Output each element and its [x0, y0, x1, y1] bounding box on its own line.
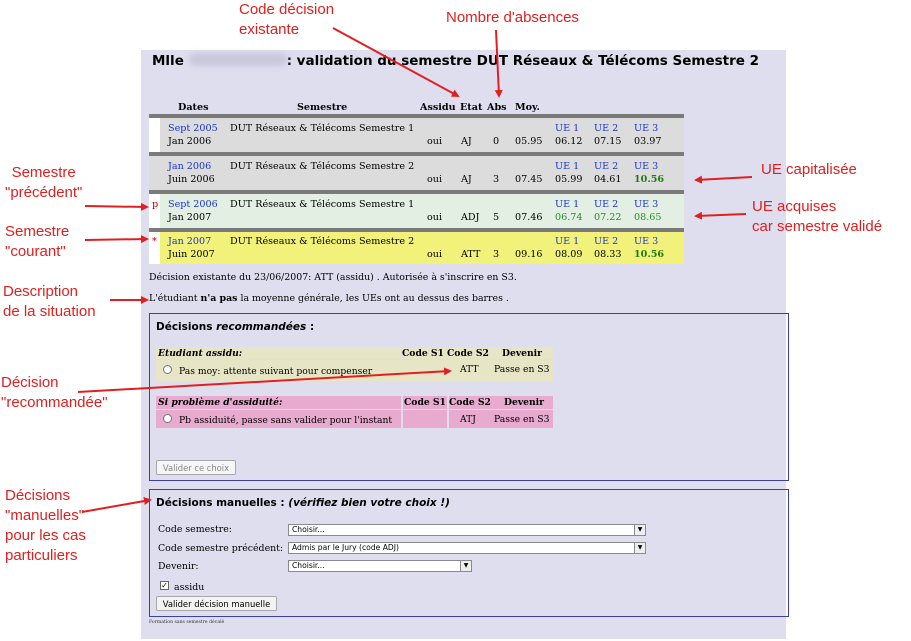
arrow-ue-capitalisee [694, 175, 753, 184]
arrow-ue-acquises [694, 211, 747, 220]
arrow-semestre-precedent [84, 202, 149, 211]
arrow-decision-recommandee [77, 367, 452, 393]
annotation-arrows [77, 27, 753, 513]
arrow-semestre-courant [84, 235, 149, 244]
arrow-code-decision [332, 27, 460, 97]
arrow-nombre-absences [494, 29, 503, 98]
arrow-decisions-manuelles [81, 497, 152, 513]
